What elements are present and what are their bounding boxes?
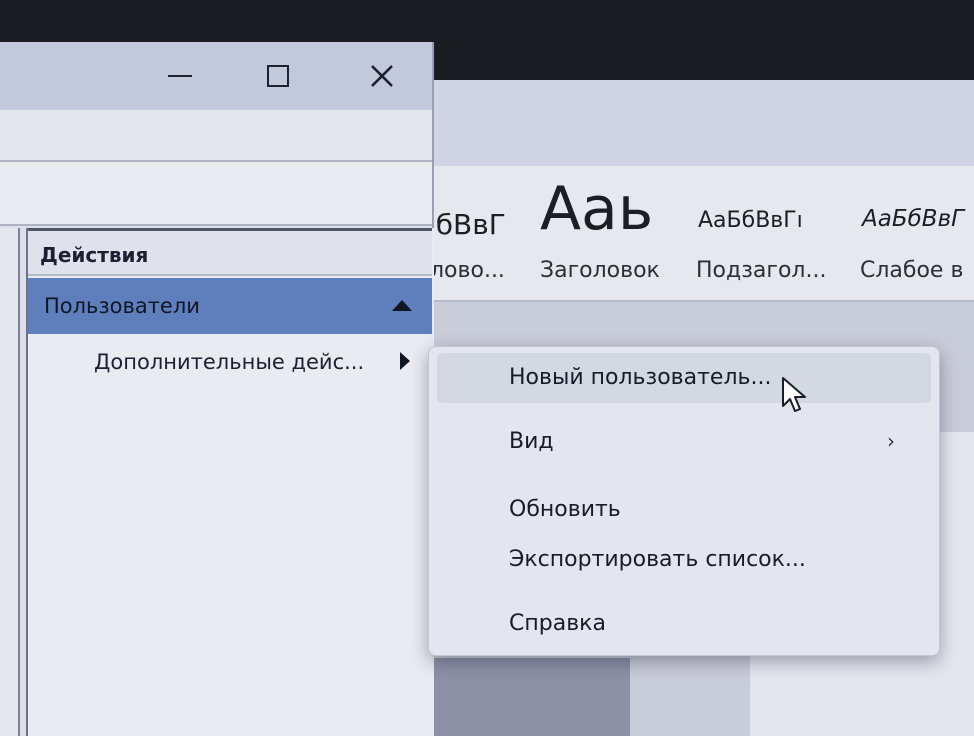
users-section-label: Пользователи — [44, 294, 200, 318]
menu-item-label: Обновить — [509, 497, 621, 522]
more-actions-item[interactable]: Дополнительные дейс... — [28, 336, 432, 390]
submenu-arrow-icon — [400, 352, 410, 370]
more-actions-label: Дополнительные дейс... — [94, 350, 365, 374]
menu-item-label: Вид — [509, 429, 554, 454]
menu-item-label: Экспортировать список... — [509, 547, 806, 572]
dialog-titlebar — [0, 42, 432, 110]
close-icon — [371, 65, 393, 87]
collapse-up-icon[interactable] — [392, 300, 412, 311]
actions-header-label: Действия — [40, 243, 149, 267]
users-dialog: Действия Пользователи Дополнительные дей… — [0, 42, 434, 736]
dialog-toolbar — [0, 162, 432, 226]
context-menu: Новый пользователь... Вид › Обновить Экс… — [428, 346, 940, 656]
maximize-button[interactable] — [248, 54, 308, 98]
menu-item-label: Справка — [509, 611, 606, 636]
menu-item-help[interactable]: Справка — [437, 599, 931, 649]
minimize-button[interactable] — [150, 54, 210, 98]
actions-pane: Действия Пользователи Дополнительные дей… — [26, 228, 434, 736]
document-shape — [430, 658, 630, 736]
style-sample-subtle[interactable]: АаБбВвГ — [862, 206, 964, 232]
minimize-icon — [168, 75, 192, 77]
style-sample-subtitle[interactable]: АаБбВвГı — [698, 208, 803, 233]
menu-item-view[interactable]: Вид › — [437, 417, 931, 467]
word-titlebar — [400, 80, 974, 167]
actions-users-section[interactable]: Пользователи — [28, 278, 432, 334]
style-sample-normal[interactable]: ıбВвГ — [428, 208, 506, 241]
menu-item-refresh[interactable]: Обновить — [437, 485, 931, 535]
mouse-pointer-icon — [782, 377, 806, 412]
close-button[interactable] — [352, 54, 412, 98]
styles-gallery: ıбВвГ лово... Ааь Заголовок АаБбВвГı Под… — [400, 166, 974, 302]
style-name-subtle[interactable]: Слабое в — [860, 258, 963, 283]
style-sample-heading[interactable]: Ааь — [540, 174, 653, 244]
menu-item-label: Новый пользователь... — [509, 365, 772, 390]
style-name-subtitle[interactable]: Подзагол... — [696, 258, 826, 283]
maximize-icon — [267, 65, 289, 87]
console-tree-pane — [0, 228, 20, 736]
chevron-right-icon: › — [887, 429, 895, 453]
menu-item-new-user[interactable]: Новый пользователь... — [437, 353, 931, 403]
style-name-normal[interactable]: лово... — [430, 258, 505, 283]
actions-header: Действия — [28, 228, 432, 276]
menu-item-export-list[interactable]: Экспортировать список... — [437, 535, 931, 585]
dialog-menubar — [0, 110, 432, 162]
style-name-heading[interactable]: Заголовок — [540, 258, 660, 283]
